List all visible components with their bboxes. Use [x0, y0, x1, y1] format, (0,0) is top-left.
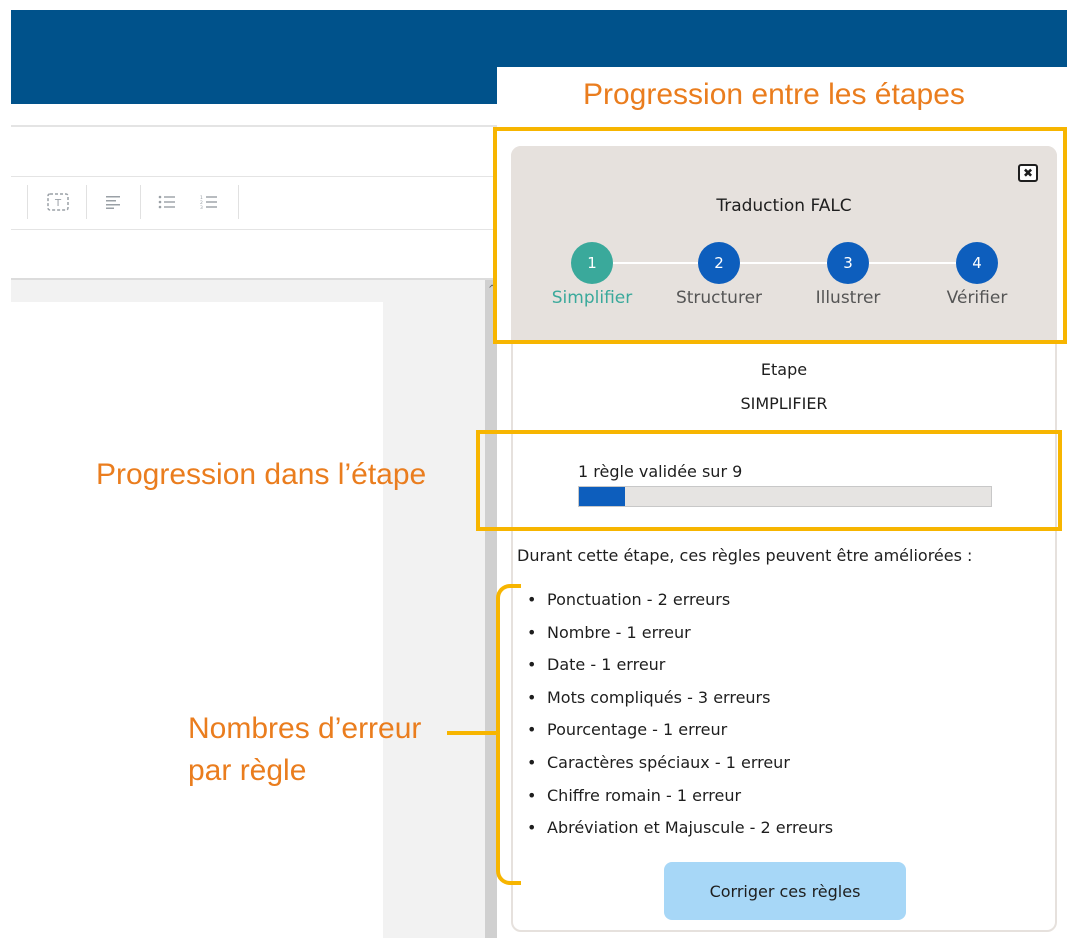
annotation-progress-between-steps: Progression entre les étapes: [583, 78, 965, 111]
svg-text:3: 3: [200, 205, 203, 209]
document-page[interactable]: [11, 302, 383, 938]
rules-list: Ponctuation - 2 erreurs Nombre - 1 erreu…: [527, 590, 833, 851]
editor-divider: [11, 125, 497, 127]
annotation-connector: [447, 731, 497, 735]
toolbar-separator: [140, 185, 141, 219]
toolbar-separator: [238, 185, 239, 219]
list-item: Nombre - 1 erreur: [527, 623, 833, 656]
stage-label: Etape: [760, 360, 808, 379]
svg-text:T: T: [54, 198, 62, 209]
app-header-bar-extension: [11, 67, 497, 104]
rules-intro: Durant cette étape, ces règles peuvent ê…: [517, 546, 973, 565]
list-item: Ponctuation - 2 erreurs: [527, 590, 833, 623]
highlight-box-steps: [493, 127, 1067, 344]
app-header-bar: [11, 10, 1067, 67]
highlight-bracket-rules: [496, 584, 521, 885]
list-item: Mots compliqués - 3 erreurs: [527, 688, 833, 721]
list-item: Caractères spéciaux - 1 erreur: [527, 753, 833, 786]
annotation-errors-per-rule-line1: Nombres d’erreur: [188, 712, 422, 745]
stage-name: SIMPLIFIER: [740, 394, 828, 413]
list-item: Date - 1 erreur: [527, 655, 833, 688]
toolbar-separator: [27, 185, 28, 219]
list-item: Abréviation et Majuscule - 2 erreurs: [527, 818, 833, 851]
annotation-progress-in-step: Progression dans l’étape: [96, 458, 427, 491]
numbered-list-icon[interactable]: 123: [194, 189, 224, 215]
list-item: Pourcentage - 1 erreur: [527, 720, 833, 753]
toolbar-separator: [86, 185, 87, 219]
annotation-errors-per-rule-line2: par règle: [188, 754, 307, 787]
editor-toolbar: T 123: [11, 177, 497, 230]
highlight-box-progress: [476, 430, 1062, 531]
bullet-list-icon[interactable]: [152, 189, 182, 215]
text-box-icon[interactable]: T: [40, 189, 76, 215]
align-left-icon[interactable]: [99, 189, 129, 215]
list-item: Chiffre romain - 1 erreur: [527, 786, 833, 819]
fix-rules-button[interactable]: Corriger ces règles: [664, 862, 906, 920]
